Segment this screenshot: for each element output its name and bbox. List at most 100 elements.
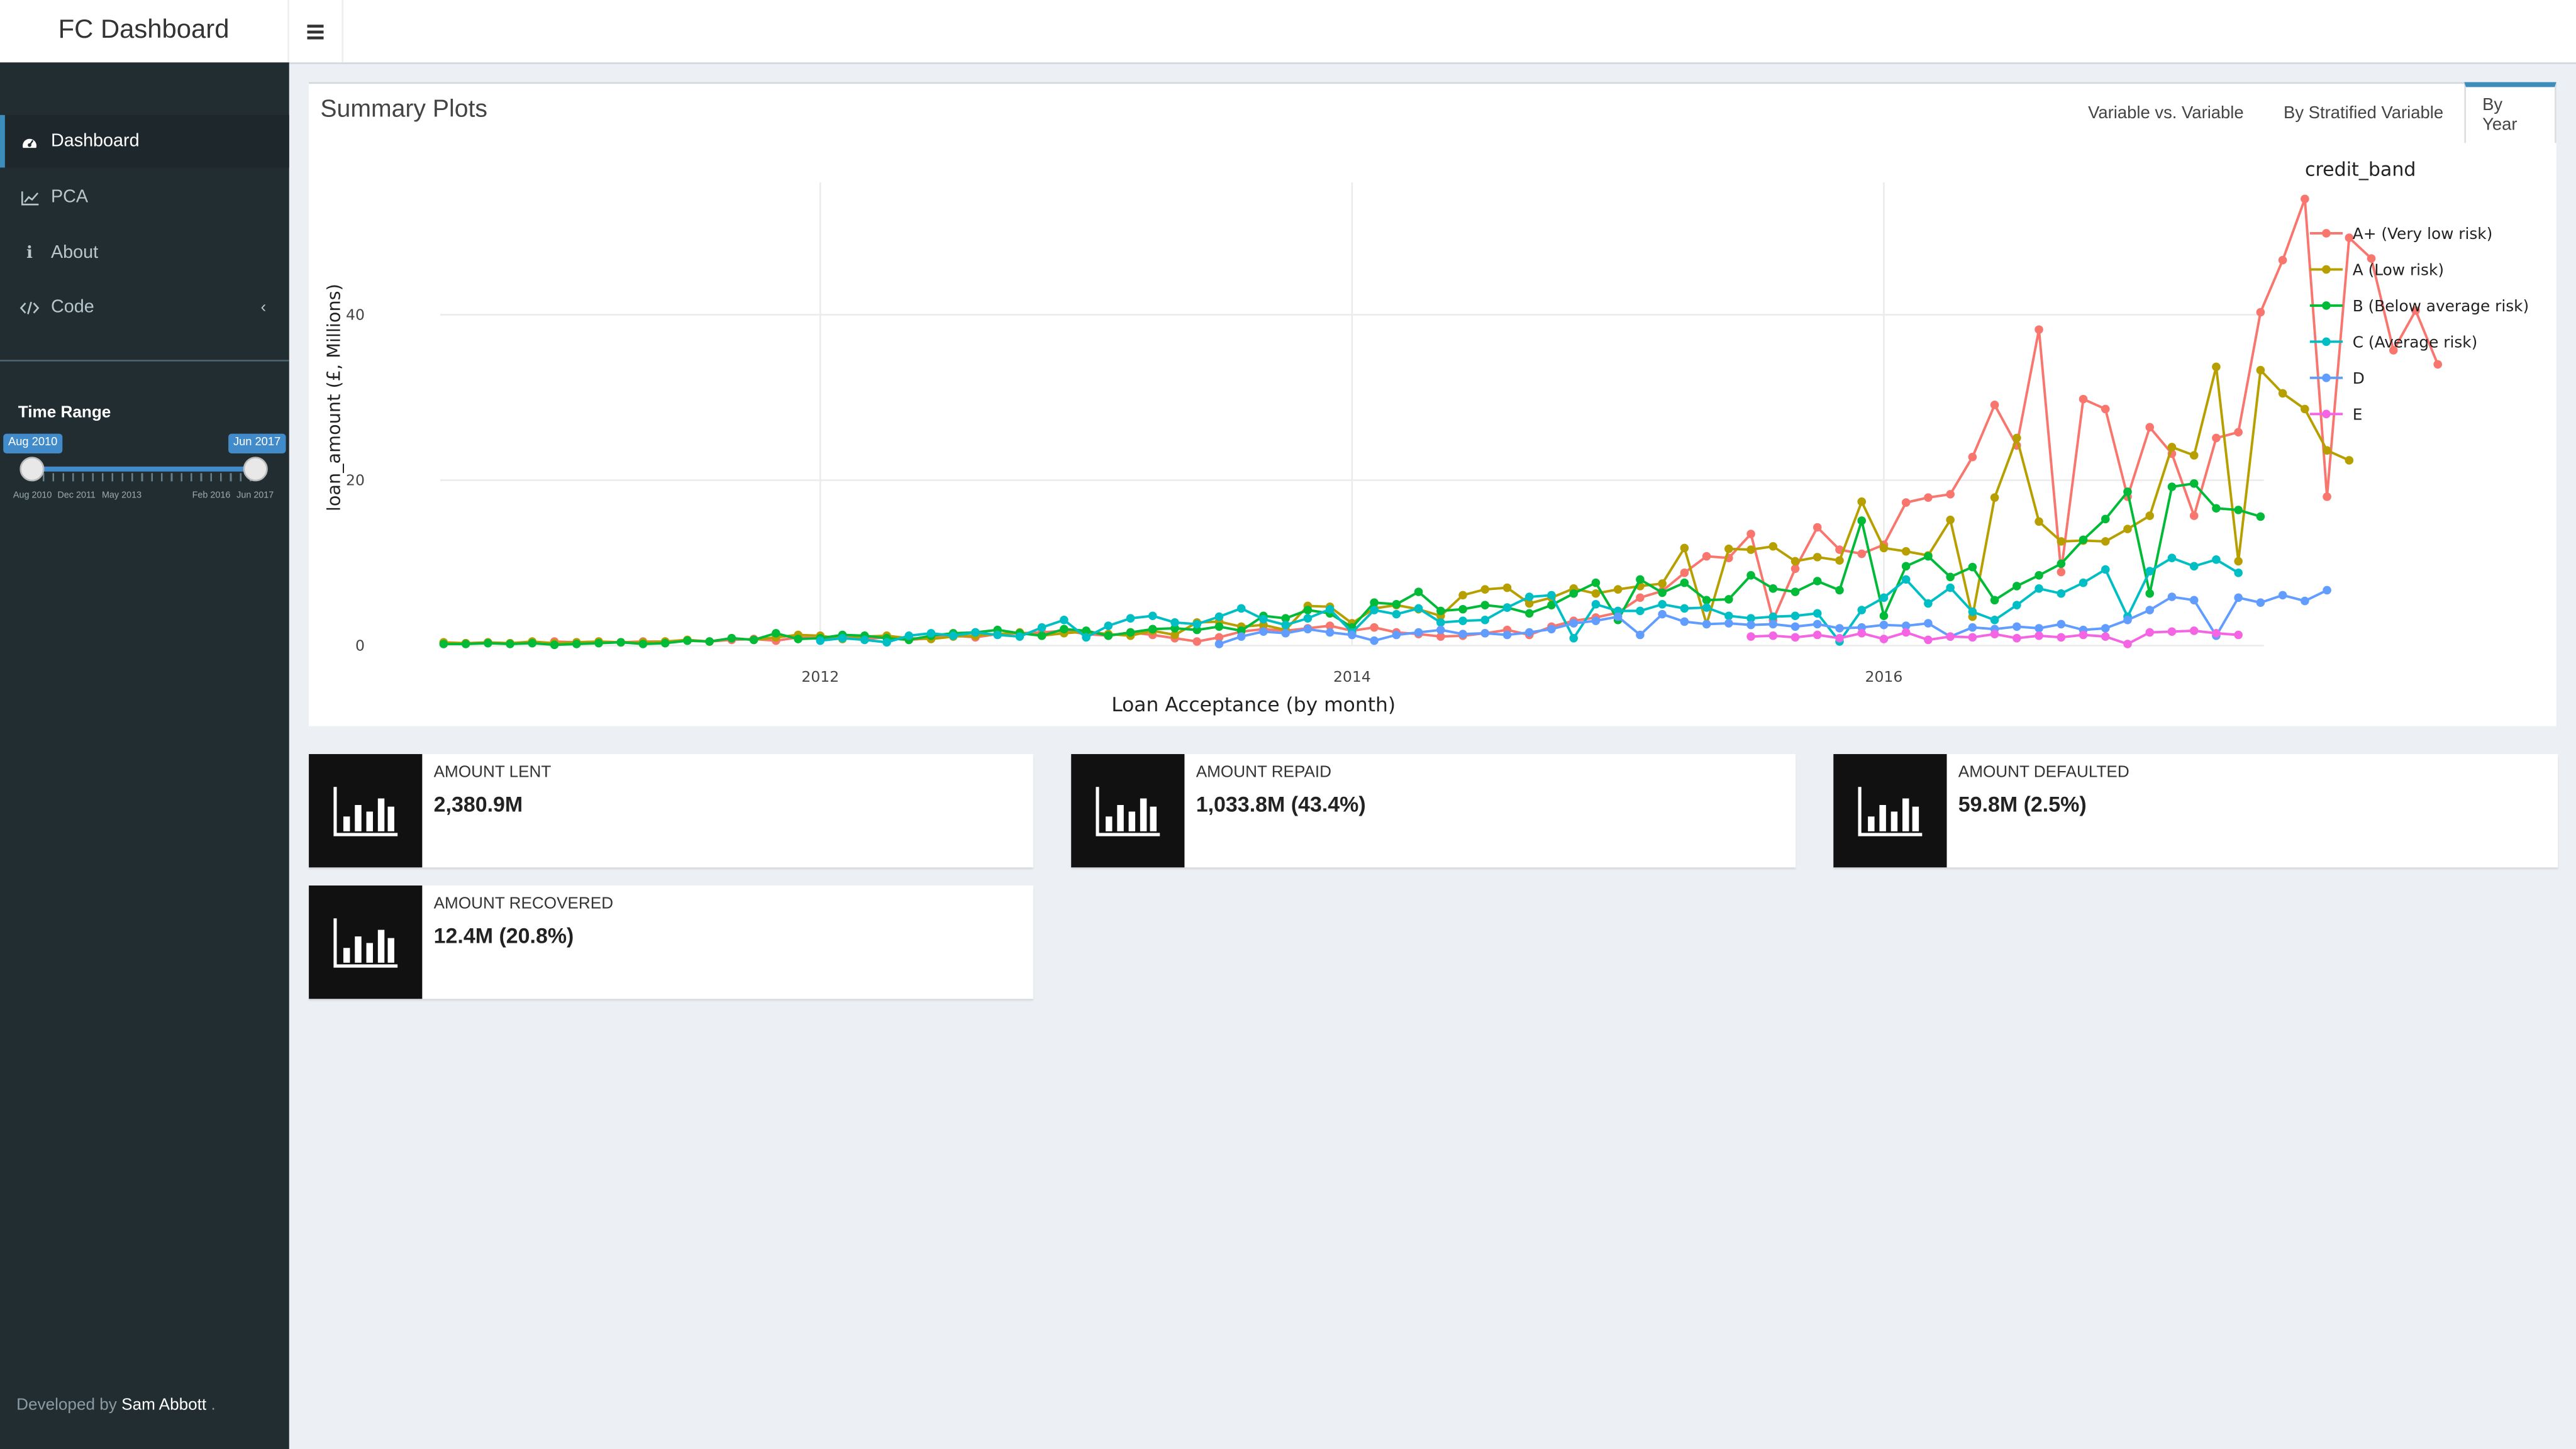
info-box-value: 12.4M (20.8%) xyxy=(433,923,574,948)
author-link[interactable]: Sam Abbott xyxy=(121,1396,206,1414)
data-point xyxy=(1857,497,1867,506)
credit-prefix: Developed by xyxy=(16,1396,117,1415)
time-range-from-handle[interactable] xyxy=(19,457,45,482)
data-point xyxy=(1370,598,1379,608)
data-point xyxy=(1790,622,1800,631)
data-point xyxy=(2079,630,2088,640)
data-point xyxy=(1857,516,1867,525)
data-point xyxy=(2234,569,2243,577)
data-point xyxy=(1724,611,1733,621)
legend-item-label: B (Below average risk) xyxy=(2353,297,2529,315)
time-range-grid-label: Jun 2017 xyxy=(236,491,274,501)
x-tick-label: 2016 xyxy=(1865,668,1903,686)
legend-marker xyxy=(2322,374,2331,382)
hamburger-icon xyxy=(307,23,324,39)
data-point xyxy=(1126,614,1135,623)
loan-amount-line-chart[interactable]: 0 20 40 2012 2014 2016 Loan Acceptance (by mon… xyxy=(309,84,2557,728)
data-point xyxy=(2012,622,2021,631)
data-point xyxy=(1636,593,1645,602)
data-point xyxy=(1547,625,1556,634)
data-point xyxy=(860,635,869,645)
data-point xyxy=(1746,632,1755,641)
data-point xyxy=(1502,630,1512,640)
data-point xyxy=(1968,607,1977,616)
data-point xyxy=(1569,619,1578,628)
data-point xyxy=(2189,626,2199,635)
data-point xyxy=(1746,620,1755,630)
data-point xyxy=(1015,632,1024,641)
data-point xyxy=(1658,609,1667,619)
data-point xyxy=(1126,628,1135,637)
sidebar-item-dashboard[interactable]: Dashboard xyxy=(0,114,289,168)
data-point xyxy=(1724,619,1733,628)
data-point xyxy=(2234,506,2243,514)
info-box-value: 2,380.9M xyxy=(433,792,523,817)
data-point xyxy=(1658,579,1667,588)
data-point xyxy=(1591,578,1601,587)
data-point xyxy=(638,640,648,648)
data-point xyxy=(1790,557,1800,566)
data-point xyxy=(2167,443,2177,452)
data-point xyxy=(2123,525,2132,533)
data-point xyxy=(1192,619,1202,629)
data-point xyxy=(2212,629,2221,638)
data-point xyxy=(683,636,692,645)
sidebar-item-pca[interactable]: PCA xyxy=(0,171,289,224)
data-point xyxy=(1901,628,1911,637)
time-range-slider-bar[interactable] xyxy=(33,466,257,472)
data-point xyxy=(1835,586,1844,595)
y-tick-label: 20 xyxy=(346,471,365,489)
data-point xyxy=(1968,452,1977,462)
data-point xyxy=(1901,575,1911,584)
data-point xyxy=(1569,589,1578,598)
data-point xyxy=(1392,609,1401,619)
data-point xyxy=(1104,621,1113,630)
data-point xyxy=(1790,564,1800,574)
data-point xyxy=(1813,577,1822,586)
data-point xyxy=(1968,562,1977,572)
data-point xyxy=(1768,631,1778,640)
y-tick-label: 40 xyxy=(346,306,365,323)
time-range-from-badge: Aug 2010 xyxy=(3,433,63,453)
data-point xyxy=(2035,631,2043,640)
data-point xyxy=(1901,562,1911,571)
legend-item-label: E xyxy=(2353,405,2363,423)
data-point xyxy=(2079,394,2088,404)
sidebar-item-label: Dashboard xyxy=(50,131,140,152)
data-point xyxy=(1613,585,1623,594)
data-point xyxy=(2035,325,2043,334)
data-point xyxy=(1480,616,1490,625)
legend-item-label: C (Average risk) xyxy=(2353,333,2478,351)
data-point xyxy=(2189,451,2199,460)
sidebar-item-about[interactable]: i About xyxy=(0,226,289,279)
data-point xyxy=(2035,624,2043,633)
data-point xyxy=(816,636,825,645)
data-point xyxy=(904,631,914,640)
data-point xyxy=(2167,553,2177,562)
data-point xyxy=(1236,604,1246,613)
data-point xyxy=(660,638,670,648)
legend-marker xyxy=(2322,229,2331,238)
sidebar-item-label: Code xyxy=(50,297,94,318)
time-range-to-badge: Jun 2017 xyxy=(228,433,286,453)
data-point xyxy=(2189,562,2199,571)
data-point xyxy=(1082,633,1091,642)
data-point xyxy=(2301,596,2309,606)
y-axis-title: loan_amount (£, Millions) xyxy=(323,284,345,511)
sidebar-item-code[interactable]: Code ‹ xyxy=(0,281,289,334)
data-point xyxy=(2212,362,2221,372)
data-point xyxy=(2012,601,2021,609)
data-point xyxy=(1636,575,1645,584)
data-point xyxy=(2123,487,2132,496)
app-title[interactable]: FC Dashboard xyxy=(0,0,289,63)
data-point xyxy=(1990,401,1999,409)
data-point xyxy=(2145,567,2155,576)
data-point xyxy=(1170,618,1179,627)
time-range-to-handle[interactable] xyxy=(243,457,268,482)
data-point xyxy=(1658,600,1667,609)
dashboard-icon xyxy=(19,134,39,149)
sidebar-toggle-button[interactable] xyxy=(289,0,343,63)
data-point xyxy=(2278,591,2287,600)
data-point xyxy=(2035,584,2043,593)
data-point xyxy=(1414,587,1423,596)
